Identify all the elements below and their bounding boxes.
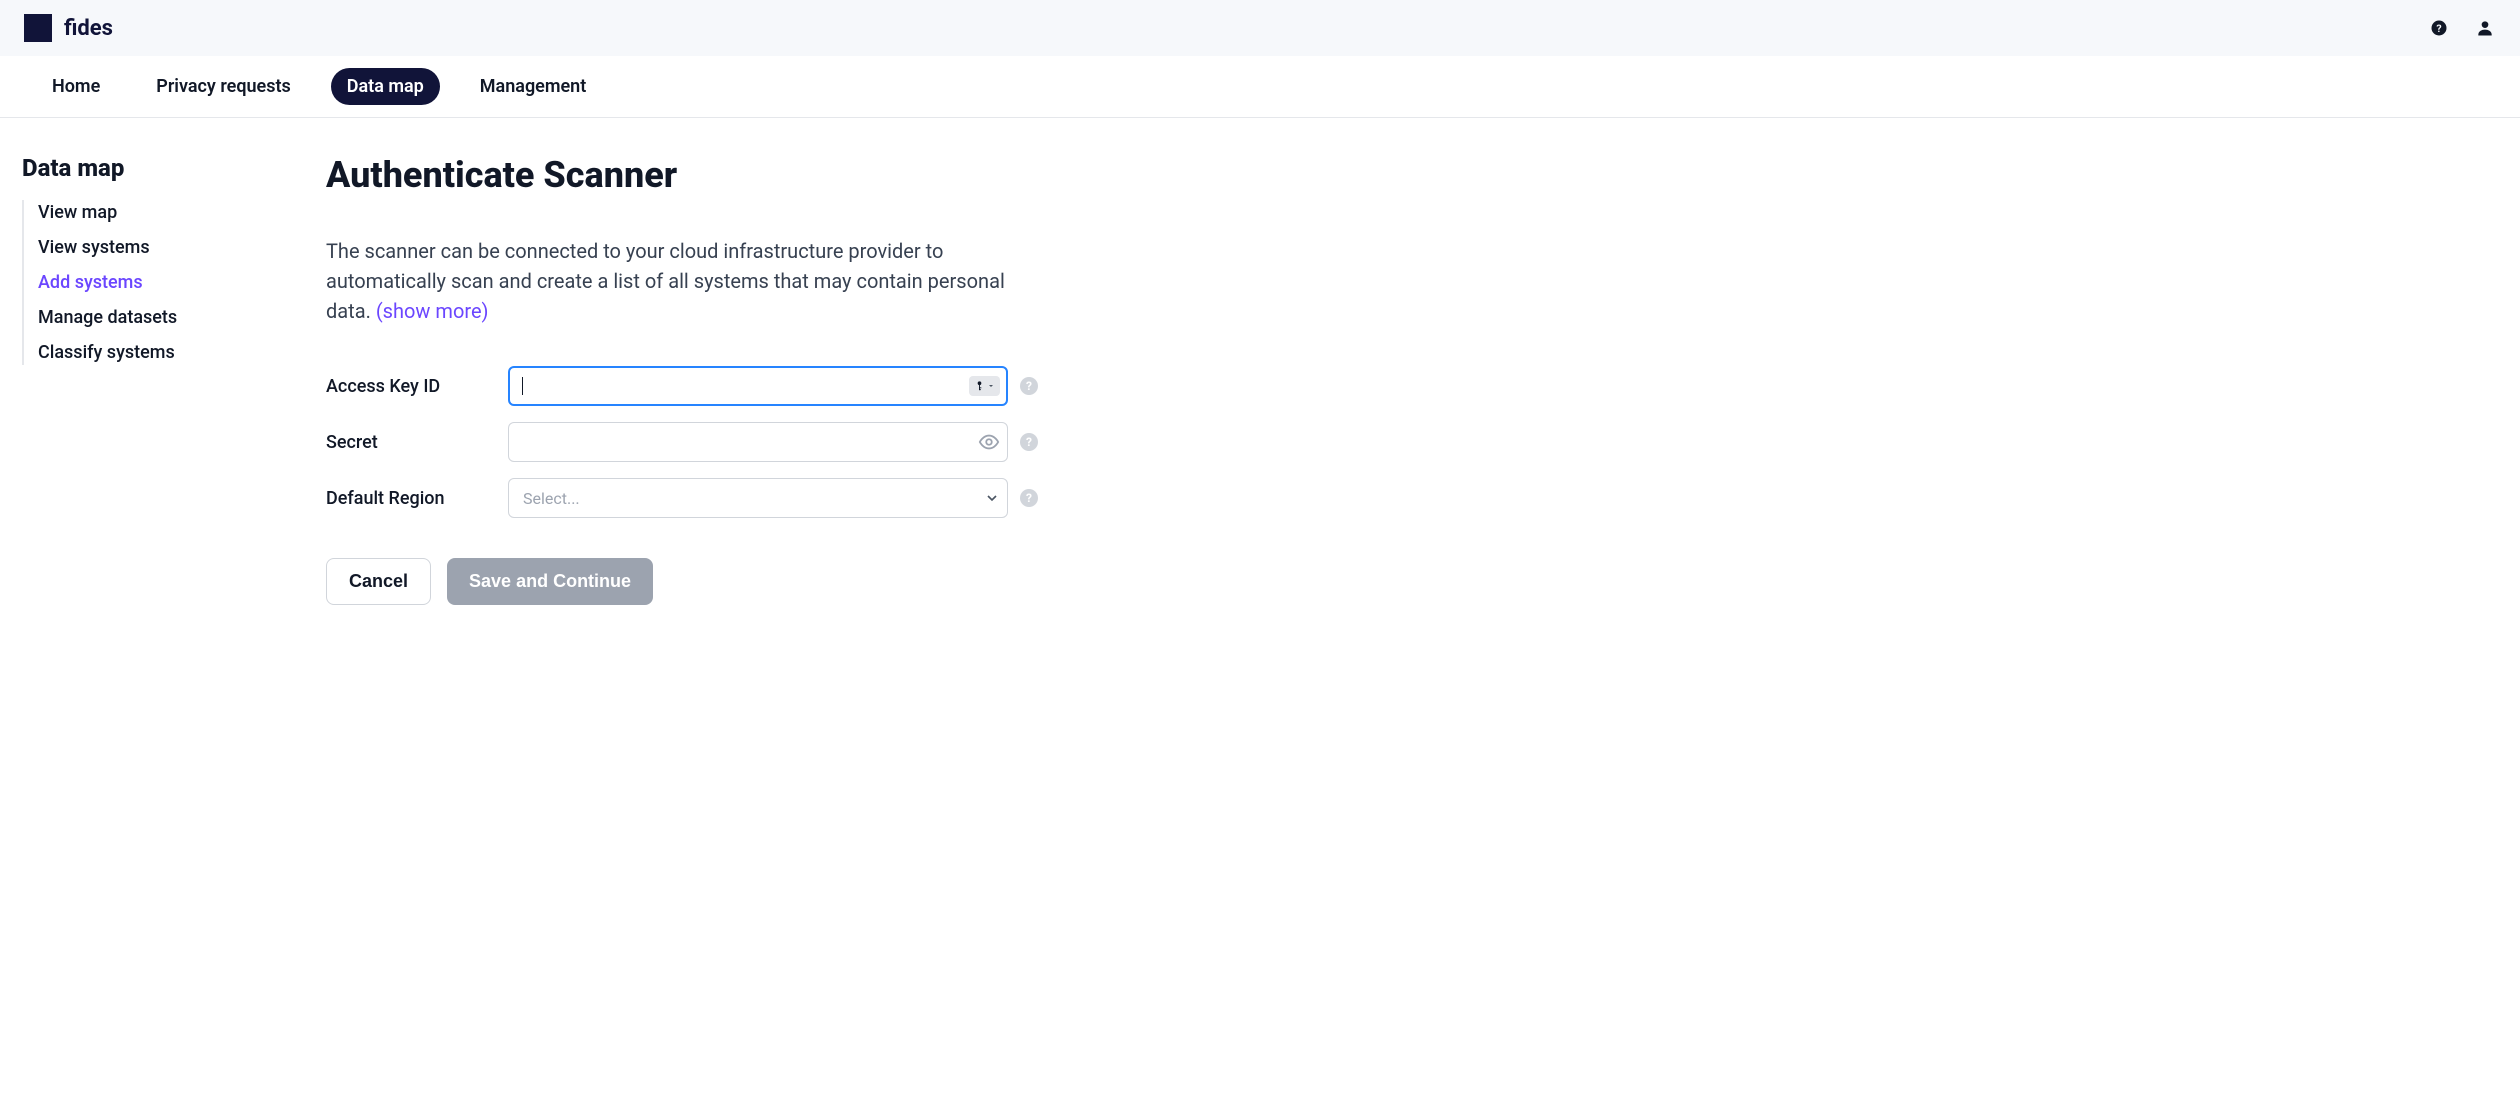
main: Data map View map View systems Add syste…: [0, 118, 2520, 641]
brand-logo: [24, 14, 52, 42]
content: Authenticate Scanner The scanner can be …: [326, 154, 1246, 605]
sidebar-item-view-systems[interactable]: View systems: [38, 235, 302, 260]
svg-text:?: ?: [2436, 22, 2441, 35]
topbar: fides ?: [0, 0, 2520, 56]
sidebar-item-view-map[interactable]: View map: [38, 200, 302, 225]
sidebar-item-add-systems[interactable]: Add systems: [38, 270, 302, 295]
text-cursor: [522, 377, 523, 395]
sidebar: Data map View map View systems Add syste…: [22, 154, 302, 605]
region-select[interactable]: Select...: [508, 478, 1008, 518]
nav-privacy-requests[interactable]: Privacy requests: [140, 68, 307, 105]
brand: fides: [24, 14, 113, 42]
sidebar-item-manage-datasets[interactable]: Manage datasets: [38, 305, 302, 330]
secret-input-wrap: [508, 422, 1008, 462]
page-title: Authenticate Scanner: [326, 154, 1246, 196]
sidebar-title: Data map: [22, 154, 302, 182]
key-dropdown-icon[interactable]: [969, 376, 1000, 396]
access-key-help-icon[interactable]: ?: [1020, 377, 1038, 395]
row-region: Default Region Select... ?: [326, 478, 1246, 518]
navbar: Home Privacy requests Data map Managemen…: [0, 56, 2520, 118]
help-icon[interactable]: ?: [2428, 17, 2450, 39]
form-actions: Cancel Save and Continue: [326, 558, 1246, 605]
row-secret: Secret ?: [326, 422, 1246, 462]
secret-help-icon[interactable]: ?: [1020, 433, 1038, 451]
nav-data-map[interactable]: Data map: [331, 68, 440, 105]
nav-management[interactable]: Management: [464, 68, 603, 105]
access-key-input[interactable]: [508, 366, 1008, 406]
topbar-right: ?: [2428, 17, 2496, 39]
sidebar-list: View map View systems Add systems Manage…: [22, 200, 302, 365]
save-button[interactable]: Save and Continue: [447, 558, 653, 605]
page-description: The scanner can be connected to your clo…: [326, 236, 1026, 326]
chevron-down-icon: [984, 490, 1000, 506]
show-more-link[interactable]: (show more): [376, 299, 489, 323]
region-placeholder: Select...: [523, 489, 580, 508]
nav-home[interactable]: Home: [36, 68, 116, 105]
form: Access Key ID ? Secret: [326, 366, 1246, 518]
brand-name: fides: [64, 16, 113, 41]
secret-input[interactable]: [508, 422, 1008, 462]
access-key-input-wrap: [508, 366, 1008, 406]
region-help-icon[interactable]: ?: [1020, 489, 1038, 507]
secret-label: Secret: [326, 432, 496, 453]
region-select-wrap: Select...: [508, 478, 1008, 518]
row-access-key: Access Key ID ?: [326, 366, 1246, 406]
access-key-label: Access Key ID: [326, 376, 496, 397]
eye-icon[interactable]: [978, 431, 1000, 453]
cancel-button[interactable]: Cancel: [326, 558, 431, 605]
region-label: Default Region: [326, 488, 496, 509]
sidebar-item-classify-systems[interactable]: Classify systems: [38, 340, 302, 365]
user-icon[interactable]: [2474, 17, 2496, 39]
